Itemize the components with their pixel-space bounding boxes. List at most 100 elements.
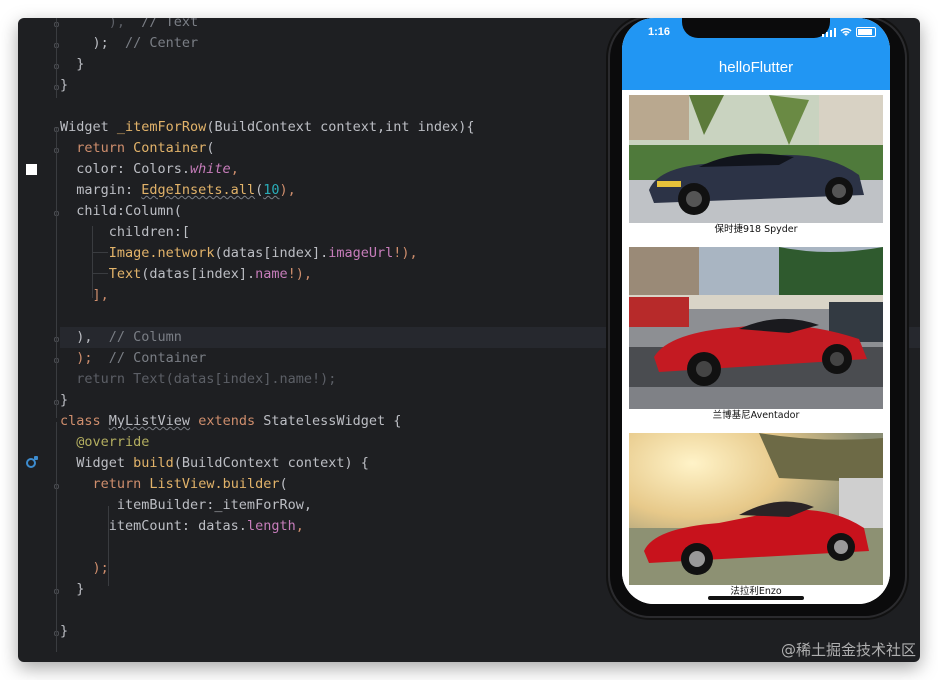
car-image-ferrari bbox=[629, 433, 883, 585]
breakpoint-marker[interactable] bbox=[26, 164, 37, 175]
code-line[interactable]: ), // Text bbox=[60, 18, 198, 33]
code-token: Image.network bbox=[108, 245, 215, 261]
code-token: @override bbox=[76, 434, 150, 450]
home-indicator bbox=[708, 596, 804, 600]
code-token: margin: bbox=[60, 182, 142, 198]
indent-guide bbox=[56, 422, 57, 652]
list-item[interactable]: 法拉利Enzo bbox=[629, 433, 883, 599]
car-name: 保时捷918 Spyder bbox=[714, 224, 798, 235]
code-token: ); bbox=[60, 560, 109, 576]
code-line[interactable]: ); // Container bbox=[60, 348, 206, 369]
code-token: ); bbox=[60, 350, 109, 366]
code-line[interactable]: return ListView.builder( bbox=[60, 474, 288, 495]
code-token: extends bbox=[190, 413, 264, 429]
code-line[interactable]: ); // Center bbox=[60, 33, 199, 54]
code-token: } bbox=[60, 392, 69, 408]
code-line[interactable]: child:Column( bbox=[60, 201, 182, 222]
code-token: build bbox=[133, 455, 174, 471]
code-line[interactable]: } bbox=[60, 54, 84, 75]
indent-guide bbox=[56, 128, 57, 418]
code-token: ( bbox=[279, 476, 288, 492]
code-token: EdgeInsets.all bbox=[141, 182, 256, 198]
code-line[interactable]: Widget _itemForRow(BuildContext context,… bbox=[60, 117, 475, 138]
code-token: ), bbox=[60, 329, 109, 345]
code-line[interactable]: } bbox=[60, 75, 68, 96]
code-token: ( bbox=[206, 140, 215, 156]
code-token: return Text(datas[index].name!); bbox=[60, 371, 337, 387]
code-token: length bbox=[246, 518, 296, 534]
code-token: itemCount: datas. bbox=[60, 518, 247, 534]
code-token: _itemForRow bbox=[116, 119, 207, 135]
car-list-view[interactable]: 保时捷918 Spyder 兰博基尼Aventador 法拉利Enzo bbox=[622, 90, 890, 604]
signal-icon bbox=[822, 27, 836, 37]
status-time: 1:16 bbox=[648, 26, 671, 38]
code-token: itemBuilder:_itemForRow, bbox=[60, 497, 312, 513]
code-line[interactable]: Widget build(BuildContext context) { bbox=[60, 453, 369, 474]
code-line[interactable]: ); bbox=[60, 558, 109, 579]
code-token: (BuildContext context) { bbox=[173, 455, 369, 471]
code-token: ( bbox=[255, 182, 264, 198]
code-line[interactable]: ], bbox=[60, 285, 109, 306]
code-token: !), bbox=[287, 266, 312, 282]
code-token: // Column bbox=[108, 329, 182, 345]
code-line[interactable]: } bbox=[60, 621, 68, 642]
code-token: StatelessWidget { bbox=[263, 413, 402, 429]
code-line[interactable]: return Text(datas[index].name!); bbox=[60, 369, 336, 390]
indent-guide bbox=[56, 18, 57, 98]
implements-icon[interactable] bbox=[26, 456, 38, 468]
code-line[interactable]: Text(datas[index].name!), bbox=[60, 264, 312, 285]
code-line[interactable]: itemBuilder:_itemForRow, bbox=[60, 495, 312, 516]
ide-window: ), // Text ); // Center }} Widget _itemFo… bbox=[18, 18, 920, 662]
code-token: 10 bbox=[263, 182, 280, 198]
code-token: ), bbox=[279, 182, 296, 198]
code-line[interactable]: @override bbox=[60, 432, 149, 453]
code-token: // Container bbox=[108, 350, 207, 366]
code-token: child:Column( bbox=[60, 203, 182, 219]
code-token: children:[ bbox=[60, 224, 191, 240]
code-token: Text bbox=[108, 266, 142, 282]
code-line[interactable]: itemCount: datas.length, bbox=[60, 516, 304, 537]
watermark-text: @稀土掘金技术社区 bbox=[780, 641, 916, 659]
code-line[interactable]: color: Colors.white, bbox=[60, 159, 239, 180]
wifi-icon bbox=[840, 27, 852, 36]
code-line[interactable]: } bbox=[60, 390, 68, 411]
battery-icon bbox=[856, 27, 876, 37]
code-token: imageUrl bbox=[328, 245, 394, 261]
code-token: int bbox=[385, 119, 410, 135]
code-token: ), bbox=[60, 18, 142, 30]
code-token: ListView.builder bbox=[149, 476, 280, 492]
code-token: return bbox=[76, 140, 134, 156]
code-token: } bbox=[60, 77, 69, 93]
code-token: ); bbox=[60, 35, 126, 51]
code-token: Widget bbox=[60, 119, 117, 135]
app-bar-title: helloFlutter bbox=[622, 46, 890, 90]
status-icons bbox=[822, 27, 876, 37]
code-token: , bbox=[230, 161, 239, 177]
code-token: MyListView bbox=[108, 413, 191, 429]
code-line[interactable]: margin: EdgeInsets.all(10), bbox=[60, 180, 296, 201]
code-token: } bbox=[60, 623, 69, 639]
code-token: (datas[index]. bbox=[214, 245, 329, 261]
code-line[interactable]: children:[ bbox=[60, 222, 190, 243]
code-token: Container bbox=[133, 140, 207, 156]
code-token: class bbox=[60, 413, 109, 429]
code-line[interactable]: Image.network(datas[index].imageUrl!), bbox=[60, 243, 418, 264]
code-line[interactable]: return Container( bbox=[60, 138, 214, 159]
code-token: Widget bbox=[60, 455, 134, 471]
phone-notch bbox=[682, 18, 830, 38]
code-token: } bbox=[60, 56, 85, 72]
code-line[interactable]: } bbox=[60, 579, 84, 600]
list-item[interactable]: 保时捷918 Spyder bbox=[629, 95, 883, 237]
code-line[interactable]: class MyListView extends StatelessWidget… bbox=[60, 411, 401, 432]
code-token: return bbox=[92, 476, 150, 492]
car-name: 兰博基尼Aventador bbox=[712, 410, 800, 421]
code-token: (datas[index]. bbox=[141, 266, 256, 282]
code-token: // Text bbox=[141, 18, 199, 30]
car-image-lambo bbox=[629, 247, 883, 409]
code-token: index){ bbox=[409, 119, 475, 135]
code-token: (BuildContext context, bbox=[206, 119, 386, 135]
list-item[interactable]: 兰博基尼Aventador bbox=[629, 247, 883, 423]
